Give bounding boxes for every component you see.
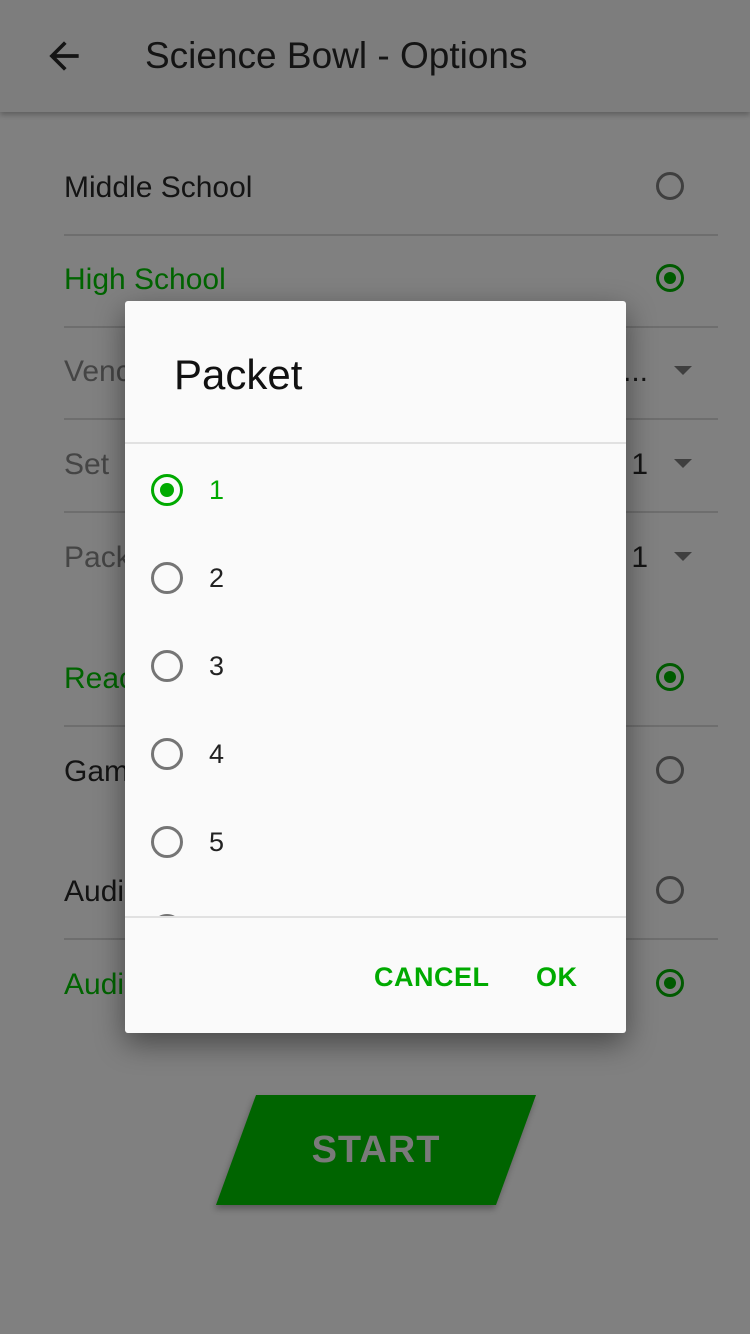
start-button[interactable]: START xyxy=(236,1095,516,1205)
radio-button[interactable] xyxy=(656,172,684,200)
dialog-title: Packet xyxy=(174,351,303,398)
arrow-left-icon[interactable] xyxy=(42,34,86,78)
dropdown-value: 1 xyxy=(631,448,648,481)
page-title: Science Bowl - Options xyxy=(145,35,528,76)
packet-option-4[interactable]: 4 xyxy=(125,710,626,798)
option-label: Audi xyxy=(64,875,125,908)
packet-dialog: Packet 1 2 3 4 5 6 CANCEL OK xyxy=(125,301,626,1033)
radio-button-selected[interactable] xyxy=(656,969,684,997)
radio-button[interactable] xyxy=(656,756,684,784)
option-label: Reac xyxy=(64,662,135,695)
dropdown-value: 1 xyxy=(631,541,648,574)
dropdown-arrow-icon[interactable] xyxy=(674,459,692,468)
packet-option-3[interactable]: 3 xyxy=(125,622,626,710)
packet-option-6[interactable]: 6 xyxy=(125,886,626,916)
option-label: 5 xyxy=(209,827,225,857)
radio-button[interactable] xyxy=(656,876,684,904)
dropdown-label: Set xyxy=(64,448,110,481)
radio-button[interactable] xyxy=(151,914,183,916)
option-label: Audi xyxy=(64,968,125,1001)
radio-button[interactable] xyxy=(151,650,183,682)
packet-options-list[interactable]: 1 2 3 4 5 6 xyxy=(125,442,626,918)
dropdown-value: ... xyxy=(622,355,648,388)
dropdown-label: Pack xyxy=(64,541,131,574)
dropdown-arrow-icon[interactable] xyxy=(674,366,692,375)
radio-button-selected[interactable] xyxy=(656,264,684,292)
option-label: 6 xyxy=(209,886,224,916)
radio-button-selected[interactable] xyxy=(151,474,183,506)
cancel-button[interactable]: CANCEL xyxy=(374,955,490,999)
dropdown-arrow-icon[interactable] xyxy=(674,552,692,561)
option-label: Middle School xyxy=(64,171,253,204)
radio-button-selected[interactable] xyxy=(656,663,684,691)
radio-button[interactable] xyxy=(151,826,183,858)
option-label: 2 xyxy=(209,563,225,593)
packet-option-5[interactable]: 5 xyxy=(125,798,626,886)
option-middle-school[interactable]: Middle School xyxy=(64,142,718,236)
radio-button[interactable] xyxy=(151,562,183,594)
radio-button[interactable] xyxy=(151,738,183,770)
option-label: 3 xyxy=(209,651,225,681)
ok-button[interactable]: OK xyxy=(536,955,578,999)
option-label: Gam xyxy=(64,755,130,788)
dialog-actions: CANCEL OK xyxy=(125,920,626,1033)
option-label: 1 xyxy=(209,475,225,505)
packet-option-1[interactable]: 1 xyxy=(125,446,626,534)
app-bar: Science Bowl - Options xyxy=(0,0,750,112)
option-label: 4 xyxy=(209,739,225,769)
packet-option-2[interactable]: 2 xyxy=(125,534,626,622)
dropdown-label: Venc xyxy=(64,355,131,388)
